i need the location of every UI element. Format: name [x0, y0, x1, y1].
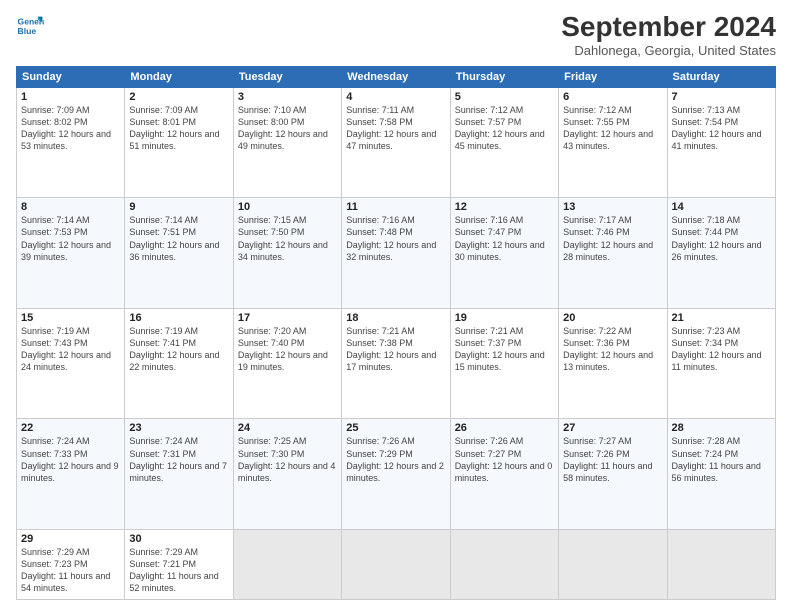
calendar-cell: 4Sunrise: 7:11 AMSunset: 7:58 PMDaylight… — [342, 87, 450, 198]
week-row-5: 29Sunrise: 7:29 AMSunset: 7:23 PMDayligh… — [17, 530, 776, 600]
svg-text:Blue: Blue — [18, 26, 37, 36]
calendar-cell: 3Sunrise: 7:10 AMSunset: 8:00 PMDaylight… — [233, 87, 341, 198]
calendar-cell: 8Sunrise: 7:14 AMSunset: 7:53 PMDaylight… — [17, 198, 125, 309]
calendar-cell: 30Sunrise: 7:29 AMSunset: 7:21 PMDayligh… — [125, 530, 233, 600]
calendar-cell: 24Sunrise: 7:25 AMSunset: 7:30 PMDayligh… — [233, 419, 341, 530]
header: General Blue September 2024 Dahlonega, G… — [16, 12, 776, 58]
header-sunday: Sunday — [17, 66, 125, 87]
calendar-cell: 23Sunrise: 7:24 AMSunset: 7:31 PMDayligh… — [125, 419, 233, 530]
calendar-cell: 10Sunrise: 7:15 AMSunset: 7:50 PMDayligh… — [233, 198, 341, 309]
title-block: September 2024 Dahlonega, Georgia, Unite… — [561, 12, 776, 58]
calendar-cell: 29Sunrise: 7:29 AMSunset: 7:23 PMDayligh… — [17, 530, 125, 600]
month-title: September 2024 — [561, 12, 776, 43]
calendar-cell: 19Sunrise: 7:21 AMSunset: 7:37 PMDayligh… — [450, 308, 558, 419]
week-row-3: 15Sunrise: 7:19 AMSunset: 7:43 PMDayligh… — [17, 308, 776, 419]
calendar-cell: 27Sunrise: 7:27 AMSunset: 7:26 PMDayligh… — [559, 419, 667, 530]
header-monday: Monday — [125, 66, 233, 87]
calendar-cell: 20Sunrise: 7:22 AMSunset: 7:36 PMDayligh… — [559, 308, 667, 419]
calendar-cell: 11Sunrise: 7:16 AMSunset: 7:48 PMDayligh… — [342, 198, 450, 309]
calendar-table: Sunday Monday Tuesday Wednesday Thursday… — [16, 66, 776, 600]
header-tuesday: Tuesday — [233, 66, 341, 87]
logo-icon: General Blue — [16, 12, 44, 40]
calendar-cell — [559, 530, 667, 600]
calendar-cell: 26Sunrise: 7:26 AMSunset: 7:27 PMDayligh… — [450, 419, 558, 530]
calendar-cell: 17Sunrise: 7:20 AMSunset: 7:40 PMDayligh… — [233, 308, 341, 419]
header-friday: Friday — [559, 66, 667, 87]
calendar-cell — [450, 530, 558, 600]
calendar-cell: 1Sunrise: 7:09 AMSunset: 8:02 PMDaylight… — [17, 87, 125, 198]
location: Dahlonega, Georgia, United States — [561, 43, 776, 58]
calendar-cell: 25Sunrise: 7:26 AMSunset: 7:29 PMDayligh… — [342, 419, 450, 530]
calendar-cell: 5Sunrise: 7:12 AMSunset: 7:57 PMDaylight… — [450, 87, 558, 198]
week-row-1: 1Sunrise: 7:09 AMSunset: 8:02 PMDaylight… — [17, 87, 776, 198]
calendar-cell: 16Sunrise: 7:19 AMSunset: 7:41 PMDayligh… — [125, 308, 233, 419]
calendar-cell: 15Sunrise: 7:19 AMSunset: 7:43 PMDayligh… — [17, 308, 125, 419]
page: General Blue September 2024 Dahlonega, G… — [0, 0, 792, 612]
calendar-cell: 21Sunrise: 7:23 AMSunset: 7:34 PMDayligh… — [667, 308, 775, 419]
calendar-cell: 6Sunrise: 7:12 AMSunset: 7:55 PMDaylight… — [559, 87, 667, 198]
logo: General Blue — [16, 12, 44, 40]
calendar-header-row: Sunday Monday Tuesday Wednesday Thursday… — [17, 66, 776, 87]
header-saturday: Saturday — [667, 66, 775, 87]
calendar-cell — [342, 530, 450, 600]
calendar-cell: 2Sunrise: 7:09 AMSunset: 8:01 PMDaylight… — [125, 87, 233, 198]
calendar-cell — [667, 530, 775, 600]
week-row-2: 8Sunrise: 7:14 AMSunset: 7:53 PMDaylight… — [17, 198, 776, 309]
header-wednesday: Wednesday — [342, 66, 450, 87]
calendar-cell: 22Sunrise: 7:24 AMSunset: 7:33 PMDayligh… — [17, 419, 125, 530]
calendar-cell — [233, 530, 341, 600]
week-row-4: 22Sunrise: 7:24 AMSunset: 7:33 PMDayligh… — [17, 419, 776, 530]
calendar-cell: 18Sunrise: 7:21 AMSunset: 7:38 PMDayligh… — [342, 308, 450, 419]
calendar-cell: 13Sunrise: 7:17 AMSunset: 7:46 PMDayligh… — [559, 198, 667, 309]
calendar-cell: 14Sunrise: 7:18 AMSunset: 7:44 PMDayligh… — [667, 198, 775, 309]
calendar-cell: 9Sunrise: 7:14 AMSunset: 7:51 PMDaylight… — [125, 198, 233, 309]
calendar-cell: 12Sunrise: 7:16 AMSunset: 7:47 PMDayligh… — [450, 198, 558, 309]
calendar-cell: 28Sunrise: 7:28 AMSunset: 7:24 PMDayligh… — [667, 419, 775, 530]
header-thursday: Thursday — [450, 66, 558, 87]
calendar-cell: 7Sunrise: 7:13 AMSunset: 7:54 PMDaylight… — [667, 87, 775, 198]
